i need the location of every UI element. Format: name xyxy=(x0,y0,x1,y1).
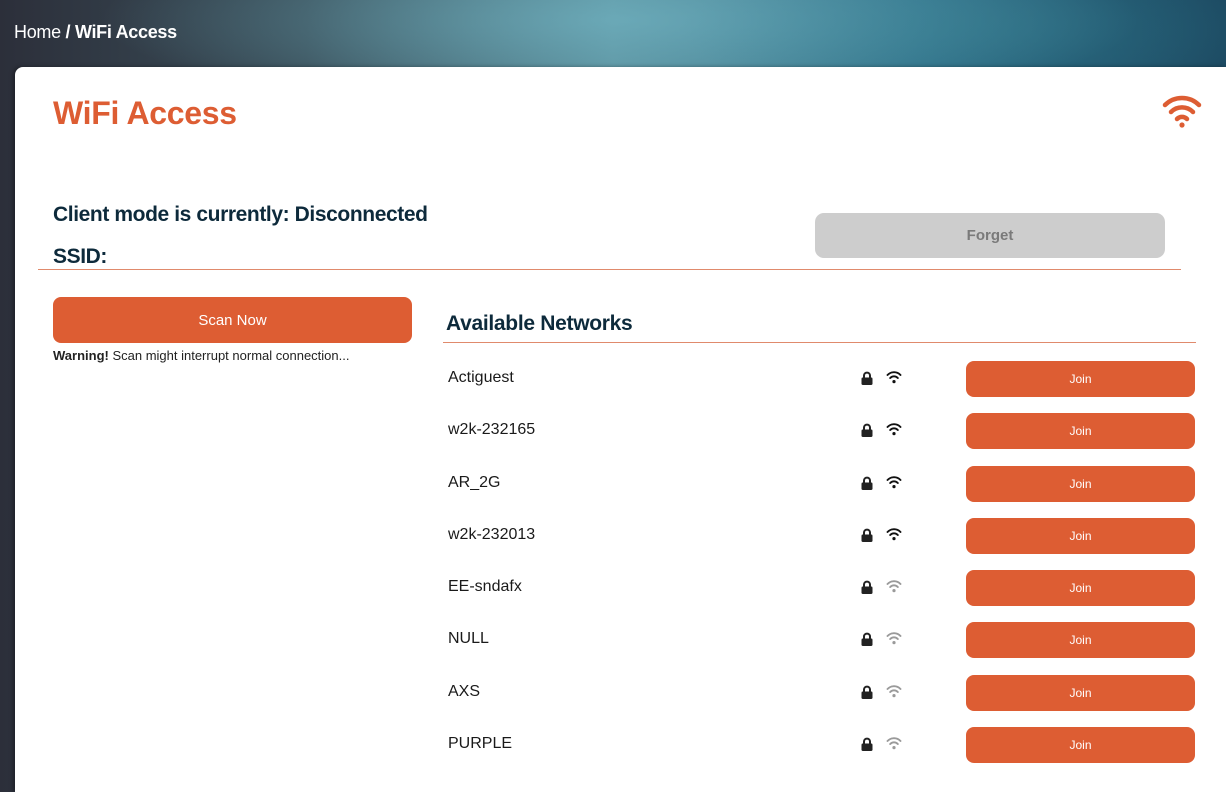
join-button[interactable]: Join xyxy=(966,465,1195,502)
network-row: EE-sndafx Join xyxy=(445,569,1205,621)
networks-divider xyxy=(443,342,1196,343)
lock-icon xyxy=(861,632,873,647)
network-row: w2k-232165 Join xyxy=(445,412,1205,464)
breadcrumb-separator: / xyxy=(65,22,71,42)
lock-icon xyxy=(861,685,873,699)
scan-warning: Warning! Scan might interrupt normal con… xyxy=(53,348,349,363)
join-button[interactable]: Join xyxy=(966,570,1195,607)
network-ssid: Actiguest xyxy=(448,369,514,386)
join-button[interactable]: Join xyxy=(966,361,1195,397)
network-ssid: EE-sndafx xyxy=(448,578,522,596)
breadcrumb-home-link[interactable]: Home xyxy=(14,22,61,42)
warning-text: Scan might interrupt normal connection..… xyxy=(108,348,350,363)
wifi-access-panel: WiFi Access Client mode is currently: Di… xyxy=(15,67,1226,792)
available-networks-title: Available Networks xyxy=(446,312,633,335)
page-title: WiFi Access xyxy=(53,95,237,131)
warning-strong: Warning! xyxy=(53,348,109,363)
network-ssid: AR_2G xyxy=(448,473,501,491)
network-ssid: PURPLE xyxy=(448,735,513,753)
breadcrumb-current: WiFi Access xyxy=(74,22,177,42)
lock-icon xyxy=(861,580,873,595)
network-ssid: AXS xyxy=(448,682,481,700)
network-row: Actiguest Join xyxy=(445,360,1205,412)
network-ssid: w2k-232165 xyxy=(448,421,536,439)
scan-now-button[interactable]: Scan Now xyxy=(53,297,412,343)
network-row: AR_2G Join xyxy=(445,465,1205,517)
signal-strength-icon xyxy=(886,422,902,436)
status-divider xyxy=(38,269,1181,270)
lock-icon xyxy=(861,371,873,385)
signal-strength-icon xyxy=(886,527,902,541)
signal-strength-icon xyxy=(886,370,902,384)
network-list: Actiguest Join w2k-232165 Join AR_2G Join w2k-… xyxy=(445,360,1205,778)
join-button[interactable]: Join xyxy=(966,517,1195,554)
network-row: PURPLE Join xyxy=(445,726,1205,778)
signal-strength-icon xyxy=(886,475,902,489)
network-row: w2k-232013 Join xyxy=(445,517,1205,569)
network-ssid: NULL xyxy=(448,630,489,648)
join-button[interactable]: Join xyxy=(966,674,1195,711)
lock-icon xyxy=(861,423,873,438)
signal-strength-icon xyxy=(886,579,902,593)
forget-button[interactable]: Forget xyxy=(815,213,1165,258)
ssid-label: SSID: xyxy=(53,245,108,268)
client-mode-status: Client mode is currently: Disconnected xyxy=(53,203,428,226)
lock-icon xyxy=(861,528,873,542)
signal-strength-icon xyxy=(886,631,902,645)
wifi-icon xyxy=(1162,95,1202,128)
join-button[interactable]: Join xyxy=(966,413,1195,450)
network-row: NULL Join xyxy=(445,621,1205,673)
lock-icon xyxy=(861,476,873,490)
network-ssid: w2k-232013 xyxy=(448,525,536,543)
lock-icon xyxy=(861,737,873,752)
signal-strength-icon xyxy=(886,684,902,698)
network-row: AXS Join xyxy=(445,674,1205,726)
join-button[interactable]: Join xyxy=(966,622,1195,659)
signal-strength-icon xyxy=(886,736,902,750)
breadcrumb: Home / WiFi Access xyxy=(14,22,177,43)
join-button[interactable]: Join xyxy=(966,727,1195,764)
